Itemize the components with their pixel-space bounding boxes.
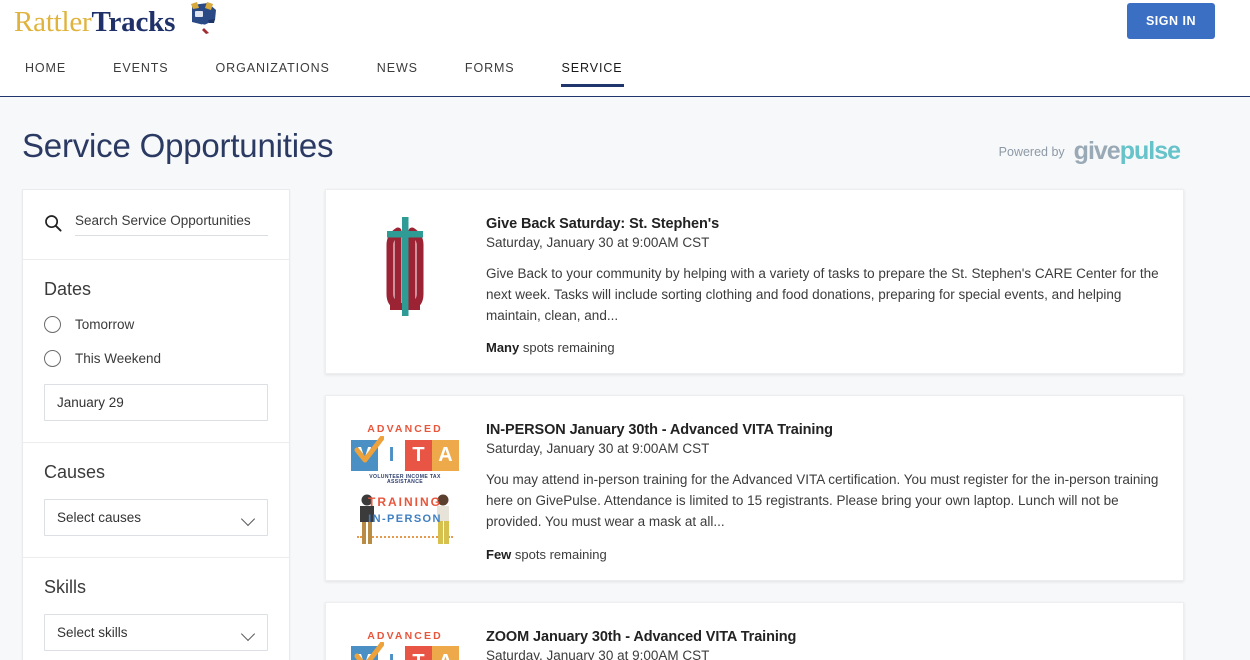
date-input[interactable] <box>44 384 268 421</box>
date-option-tomorrow-label: Tomorrow <box>75 317 135 332</box>
opportunity-thumbnail <box>350 212 460 355</box>
opportunity-date: Saturday, January 30 at 9:00AM CST <box>486 235 710 250</box>
nav-item-service[interactable]: SERVICE <box>560 55 624 87</box>
search-input[interactable] <box>75 209 268 236</box>
page-title: Service Opportunities <box>22 127 334 164</box>
vita-letter-blocks: V I T A <box>351 642 459 660</box>
nav-item-forms[interactable]: FORMS <box>465 55 515 87</box>
st-stephens-cross-chalice-logo <box>364 214 446 323</box>
search-row <box>44 209 268 238</box>
checkmark-icon <box>354 642 384 660</box>
filters-sidebar: Dates Tomorrow This Weekend Causes Selec… <box>22 189 290 660</box>
causes-filter-title: Causes <box>44 462 106 482</box>
opportunity-spots-suffix: spots remaining <box>519 340 615 356</box>
nav-item-organizations[interactable]: ORGANIZATIONS <box>216 55 330 87</box>
skills-filter-title: Skills <box>44 577 87 597</box>
givepulse-logo: givepulse <box>1073 137 1181 165</box>
opportunity-title: IN-PERSON January 30th - Advanced VITA T… <box>486 422 833 439</box>
page-content: Dates Tomorrow This Weekend Causes Selec… <box>0 189 1250 660</box>
date-option-this-weekend[interactable]: This Weekend <box>44 350 268 367</box>
nav-item-home[interactable]: HOME <box>25 55 66 87</box>
sign-in-button[interactable]: SIGN IN <box>1126 3 1215 39</box>
vita-letter-a: A <box>432 646 459 660</box>
brand-wordmark: RattlerTracks <box>14 6 175 39</box>
site-header: RattlerTracks SIGN IN HOME EVENTS ORGANI… <box>0 0 1250 101</box>
opportunity-date: Saturday, January 30 at 9:00AM CST <box>486 647 710 660</box>
date-option-this-weekend-label: This Weekend <box>75 351 162 366</box>
opportunity-thumbnail: ADVANCED V I T A VOLUNTEER INCOME TAX AS… <box>350 625 460 660</box>
opportunity-card[interactable]: Give Back Saturday: St. Stephen's Saturd… <box>325 189 1184 375</box>
opportunity-date: Saturday, January 30 at 9:00AM CST <box>486 441 710 457</box>
vita-mode-text: IN-PERSON <box>368 513 442 526</box>
vita-letter-t: T <box>405 646 432 660</box>
site-logo[interactable]: RattlerTracks <box>14 2 222 42</box>
brand-second-word: Tracks <box>91 5 176 38</box>
dates-filter-title: Dates <box>44 279 92 299</box>
opportunity-details: IN-PERSON January 30th - Advanced VITA T… <box>486 418 1159 561</box>
skills-filter-block: Skills Select skills <box>23 558 289 660</box>
causes-filter-block: Causes Select causes <box>23 443 289 558</box>
search-icon <box>44 214 62 232</box>
powered-by-label: Powered by <box>998 144 1065 159</box>
opportunity-description: You may attend in-person training for th… <box>486 472 1159 529</box>
vita-letter-t: T <box>405 439 432 471</box>
rattlesnake-mascot-icon <box>182 1 222 35</box>
opportunity-details: Give Back Saturday: St. Stephen's Saturd… <box>486 212 1159 355</box>
chevron-down-icon <box>242 514 255 522</box>
opportunity-card[interactable]: ADVANCED V I T A VOLUNTEER INCOME TAX AS… <box>325 395 1184 581</box>
opportunity-details: ZOOM January 30th - Advanced VITA Traini… <box>486 625 1159 660</box>
opportunity-title: Give Back Saturday: St. Stephen's <box>486 216 720 232</box>
vita-subtitle: VOLUNTEER INCOME TAX ASSISTANCE <box>369 473 441 485</box>
main-navigation: HOME EVENTS ORGANIZATIONS NEWS FORMS SER… <box>0 55 670 97</box>
brand-first-word: Rattler <box>14 5 92 38</box>
opportunity-title: ZOOM January 30th - Advanced VITA Traini… <box>486 628 797 645</box>
causes-select[interactable]: Select causes <box>44 499 268 536</box>
checkmark-icon <box>354 435 384 463</box>
radio-button-icon[interactable] <box>44 316 61 333</box>
causes-select-label: Select causes <box>57 510 142 525</box>
date-option-tomorrow[interactable]: Tomorrow <box>44 316 268 333</box>
opportunity-card[interactable]: ADVANCED V I T A VOLUNTEER INCOME TAX AS… <box>325 601 1184 660</box>
advanced-vita-training-in-person-logo: ADVANCED V I T A VOLUNTEER INCOME TAX AS… <box>351 420 459 545</box>
givepulse-pulse-text: pulse <box>1119 137 1181 165</box>
nav-item-events[interactable]: EVENTS <box>113 55 168 87</box>
page-header: Service Opportunities Powered by givepul… <box>0 97 1250 189</box>
dates-filter-block: Dates Tomorrow This Weekend <box>23 260 289 443</box>
opportunity-spots: Few spots remaining <box>486 547 1159 562</box>
nav-item-news[interactable]: NEWS <box>377 55 418 87</box>
radio-button-icon[interactable] <box>44 350 61 367</box>
advanced-vita-training-logo: ADVANCED V I T A VOLUNTEER INCOME TAX AS… <box>351 626 459 660</box>
opportunity-spots: Many spots remaining <box>486 340 1159 355</box>
opportunity-thumbnail: ADVANCED V I T A VOLUNTEER INCOME TAX AS… <box>350 418 460 561</box>
vita-letter-blocks: V I T A <box>351 435 459 471</box>
page-body: Service Opportunities Powered by givepul… <box>0 97 1250 660</box>
opportunity-spots-count: Many <box>486 340 520 356</box>
powered-by-givepulse: Powered by givepulse <box>998 137 1181 165</box>
givepulse-give-text: give <box>1073 137 1121 165</box>
chevron-down-icon <box>242 629 255 637</box>
opportunity-spots-suffix: spots remaining <box>511 546 607 562</box>
skills-select-label: Select skills <box>57 625 128 640</box>
opportunity-spots-count: Few <box>486 546 512 562</box>
vita-training-text: TRAINING <box>368 495 442 510</box>
skills-select[interactable]: Select skills <box>44 614 268 651</box>
search-filter-block <box>23 190 289 260</box>
opportunity-list: Give Back Saturday: St. Stephen's Saturd… <box>325 189 1184 660</box>
vita-letter-a: A <box>432 439 459 471</box>
opportunity-description: Give Back to your community by helping w… <box>486 266 1159 323</box>
